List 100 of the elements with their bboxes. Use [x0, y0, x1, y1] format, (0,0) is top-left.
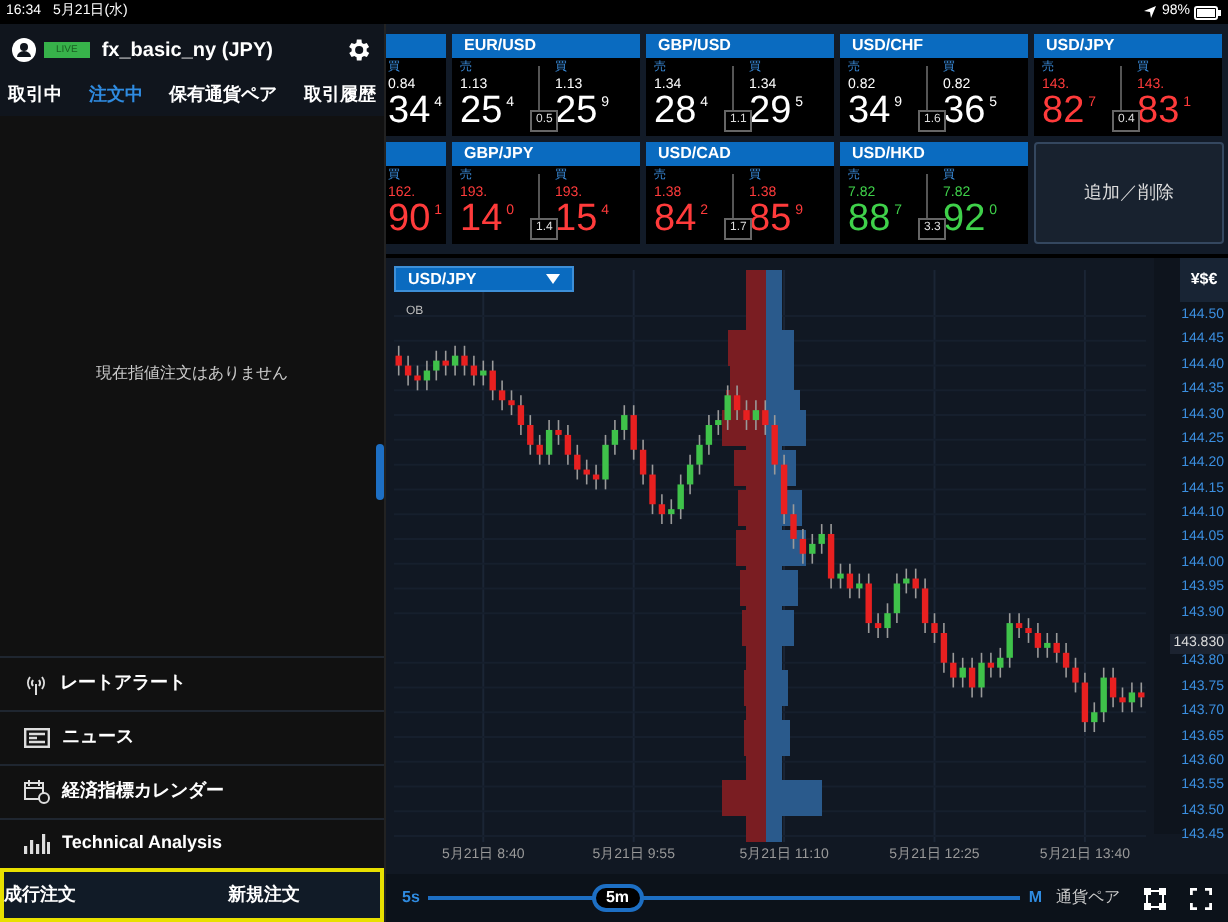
candlestick — [1081, 671, 1089, 733]
candlestick — [489, 359, 496, 402]
candlestick — [564, 424, 572, 466]
settings-icon[interactable] — [344, 36, 372, 64]
candlestick — [874, 612, 882, 639]
candlestick — [978, 652, 985, 699]
timeframe-slider[interactable]: 5m — [427, 884, 1021, 912]
candlestick — [658, 493, 666, 525]
battery-icon — [1194, 5, 1222, 19]
timeframe-thumb[interactable]: 5m — [591, 884, 644, 912]
candlestick — [1015, 612, 1023, 639]
candlestick — [433, 349, 440, 382]
candlestick — [1138, 681, 1145, 709]
pair-label: USD/JPY — [1034, 34, 1222, 58]
candlestick — [621, 404, 628, 441]
tile-header — [386, 142, 446, 166]
candlestick — [611, 419, 619, 456]
candlestick — [940, 622, 948, 674]
candlestick — [451, 344, 459, 377]
candlestick — [508, 389, 515, 416]
candlestick — [931, 612, 938, 644]
candlestick — [517, 394, 525, 436]
candlestick — [968, 656, 976, 699]
bar-chart-icon — [24, 834, 50, 854]
layout-icon[interactable] — [1144, 887, 1166, 909]
timeframe-min-label: 5s — [402, 886, 420, 910]
candlestick — [555, 419, 562, 446]
pair-label: USD/CAD — [646, 142, 834, 166]
candlestick — [1053, 632, 1060, 664]
candlestick — [1091, 701, 1098, 733]
candlestick — [1100, 666, 1107, 723]
candlestick — [752, 399, 760, 431]
pair-dropdown[interactable]: USD/JPY — [394, 266, 574, 292]
candlestick — [771, 414, 778, 476]
candlestick — [395, 344, 402, 377]
candlestick — [724, 384, 731, 431]
candlestick — [762, 399, 769, 436]
candlestick — [818, 523, 825, 555]
tab[interactable]: 注文中 — [88, 82, 143, 110]
candlestick — [574, 444, 581, 481]
fullscreen-icon[interactable] — [1190, 887, 1212, 909]
candlestick — [921, 577, 929, 634]
currency-button[interactable]: ¥$€ — [1180, 258, 1228, 302]
candlestick — [1109, 666, 1117, 709]
candlestick — [414, 364, 421, 392]
caret-down-icon — [546, 274, 560, 284]
order-button[interactable]: 成行注文 — [4, 881, 76, 909]
candlestick — [649, 463, 656, 515]
candlestick — [884, 602, 891, 639]
candlestick — [442, 349, 449, 377]
candlestick — [1062, 642, 1070, 679]
candlestick — [1044, 632, 1051, 659]
menu-item[interactable]: レートアラート — [0, 656, 384, 710]
candlestick — [790, 503, 797, 550]
account-name: fx_basic_ny (JPY) — [101, 37, 273, 65]
candlestick — [545, 419, 553, 466]
newspaper-icon — [24, 728, 50, 748]
tab[interactable]: 取引履歴 — [303, 82, 376, 110]
candlestick — [809, 533, 816, 565]
candlestick — [639, 439, 647, 486]
candlestick — [602, 434, 609, 491]
tab[interactable]: 取引中 — [8, 82, 62, 110]
candlestick — [1119, 686, 1126, 714]
candlestick — [743, 399, 750, 431]
candlestick — [527, 414, 534, 456]
tile-header — [386, 34, 446, 58]
pair-label: GBP/USD — [646, 34, 834, 58]
candlestick — [498, 379, 506, 411]
candlestick — [677, 473, 684, 520]
add-remove-button[interactable]: 追加／削除 — [1034, 142, 1224, 244]
candlestick — [837, 562, 844, 590]
candlestick — [733, 384, 741, 421]
candlestick — [987, 652, 995, 679]
candlestick — [583, 458, 590, 486]
candlestick — [705, 414, 713, 456]
pair-label: USD/CHF — [840, 34, 1028, 58]
candlestick — [997, 647, 1004, 679]
tab[interactable]: 保有通貨ペア — [169, 82, 278, 110]
candlestick — [1025, 617, 1032, 644]
candlestick — [1006, 612, 1013, 669]
candlestick — [865, 572, 872, 634]
user-icon[interactable] — [12, 38, 36, 62]
order-button[interactable]: 新規注文 — [228, 881, 300, 909]
timeframe-max-label: M — [1028, 886, 1042, 910]
menu-item[interactable]: ニュース — [0, 710, 384, 764]
candlestick — [630, 404, 637, 461]
pair-label: EUR/USD — [452, 34, 640, 58]
location-icon — [1143, 6, 1156, 18]
candlestick — [461, 344, 468, 377]
antenna-icon — [24, 673, 48, 695]
empty-message: 現在指値注文はありません — [96, 362, 288, 386]
candlestick — [856, 572, 863, 600]
candlestick — [1128, 681, 1136, 714]
candlestick — [827, 523, 835, 590]
menu-item[interactable]: 経済指標カレンダー — [0, 764, 384, 818]
pairs-button[interactable]: 通貨ペア — [1056, 886, 1120, 910]
candlestick — [799, 528, 807, 565]
candlestick — [1034, 622, 1042, 659]
candlestick — [1072, 656, 1079, 694]
candlestick — [893, 572, 901, 624]
